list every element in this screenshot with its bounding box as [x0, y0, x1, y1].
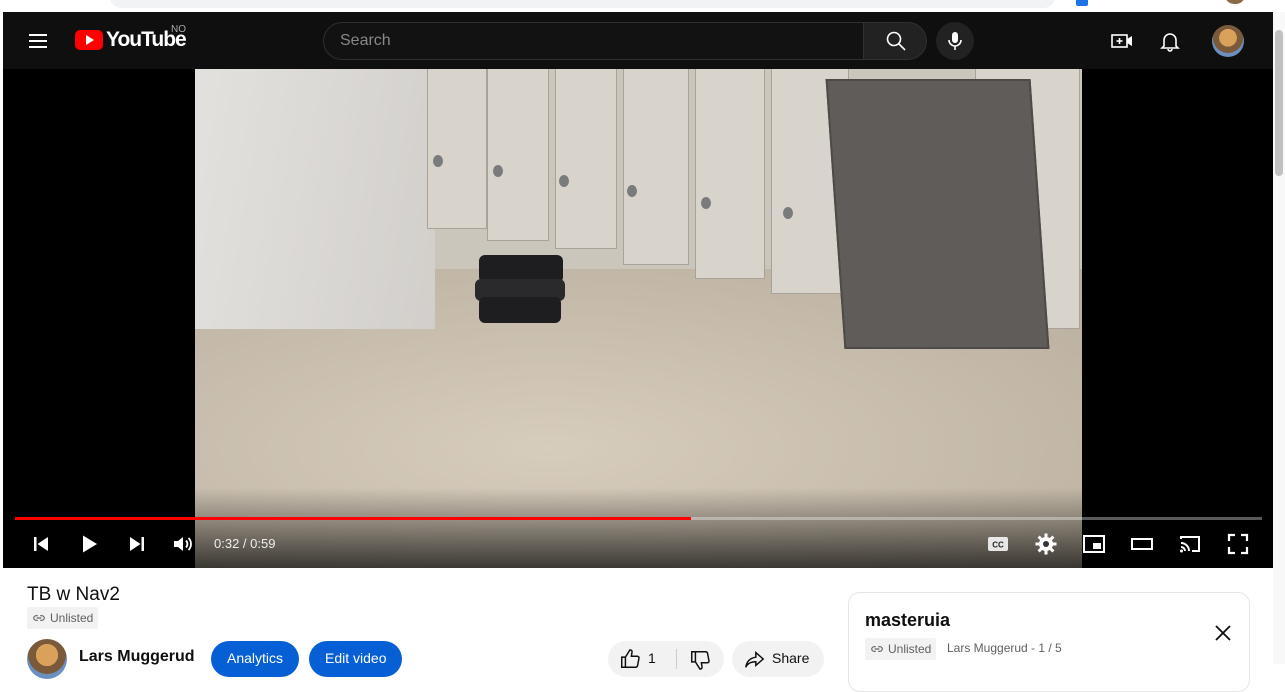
thumbs-up-icon: [621, 649, 640, 668]
playlist-visibility-label: Unlisted: [888, 642, 932, 656]
search-icon: [886, 31, 906, 51]
theater-mode-button[interactable]: [1130, 532, 1154, 556]
settings-icon: [1035, 533, 1057, 555]
mic-icon: [948, 32, 962, 50]
channel-name[interactable]: Lars Muggerud: [79, 648, 195, 666]
playlist-visibility-badge: Unlisted: [865, 638, 937, 660]
mute-button[interactable]: [171, 532, 195, 556]
link-icon: [871, 646, 883, 652]
scrollbar-thumb[interactable]: [1275, 30, 1283, 176]
subtitles-button[interactable]: CC: [986, 532, 1010, 556]
cast-button[interactable]: [1178, 532, 1202, 556]
voice-search-button[interactable]: [936, 22, 974, 60]
next-button[interactable]: [125, 532, 149, 556]
create-button[interactable]: [1110, 29, 1134, 53]
cc-icon: CC: [988, 537, 1008, 551]
video-player[interactable]: 0:32 / 0:59 CC: [3, 69, 1273, 568]
thumbs-down-icon: [691, 651, 710, 670]
like-button[interactable]: 1: [608, 641, 676, 677]
channel-avatar[interactable]: [27, 639, 67, 679]
link-icon: [33, 615, 45, 621]
miniplayer-icon: [1083, 535, 1105, 553]
previous-icon: [34, 537, 48, 551]
playlist-meta: Lars Muggerud - 1 / 5: [947, 641, 1062, 655]
cast-icon: [1180, 536, 1200, 553]
page-scrollbar[interactable]: [1273, 12, 1285, 664]
video-title: TB w Nav2: [27, 584, 120, 605]
youtube-play-logo-icon: [75, 30, 103, 50]
share-icon: [745, 650, 765, 668]
miniplayer-button[interactable]: [1082, 532, 1106, 556]
playlist-panel: masteruia Unlisted Lars Muggerud - 1 / 5: [848, 592, 1250, 692]
fullscreen-button[interactable]: [1226, 532, 1250, 556]
extension-icon[interactable]: [1076, 0, 1088, 6]
svg-text:CC: CC: [992, 541, 1004, 550]
video-wall: [195, 69, 435, 329]
fullscreen-icon: [1227, 533, 1249, 555]
volume-icon: [174, 537, 192, 551]
progress-played: [15, 517, 691, 520]
bell-icon: [1160, 33, 1180, 52]
browser-profile-icon[interactable]: [1226, 0, 1244, 4]
avatar[interactable]: [1212, 25, 1244, 57]
next-icon: [130, 537, 144, 551]
close-icon: [1215, 625, 1231, 641]
play-button[interactable]: [77, 532, 101, 556]
visibility-badge: Unlisted: [27, 607, 99, 629]
analytics-button[interactable]: Analytics: [211, 641, 300, 677]
play-icon: [83, 535, 97, 553]
time-display: 0:32 / 0:59: [214, 536, 276, 551]
like-dislike-group: 1: [608, 641, 724, 677]
search-button[interactable]: [863, 22, 927, 60]
video-mat: [825, 79, 1050, 349]
previous-button[interactable]: [29, 532, 53, 556]
dislike-button[interactable]: [677, 641, 724, 677]
edit-video-button[interactable]: Edit video: [309, 641, 403, 677]
address-bar[interactable]: [110, 0, 1055, 8]
visibility-label: Unlisted: [50, 611, 94, 625]
menu-icon[interactable]: [27, 29, 51, 53]
progress-bar[interactable]: [15, 517, 1262, 520]
settings-button[interactable]: [1034, 532, 1058, 556]
playlist-title[interactable]: masteruia: [865, 610, 950, 631]
browser-top-strip: [0, 0, 1285, 12]
search-input[interactable]: Search: [323, 22, 864, 60]
youtube-logo[interactable]: YouTube NO: [75, 24, 187, 52]
notifications-button[interactable]: [1158, 29, 1182, 53]
close-playlist-button[interactable]: [1211, 621, 1235, 645]
theater-icon: [1131, 538, 1153, 550]
create-icon: [1111, 34, 1132, 48]
robot-in-video: [473, 253, 567, 327]
region-code: NO: [171, 24, 186, 35]
share-button[interactable]: Share: [732, 641, 824, 677]
masthead: YouTube NO Search: [3, 12, 1273, 69]
